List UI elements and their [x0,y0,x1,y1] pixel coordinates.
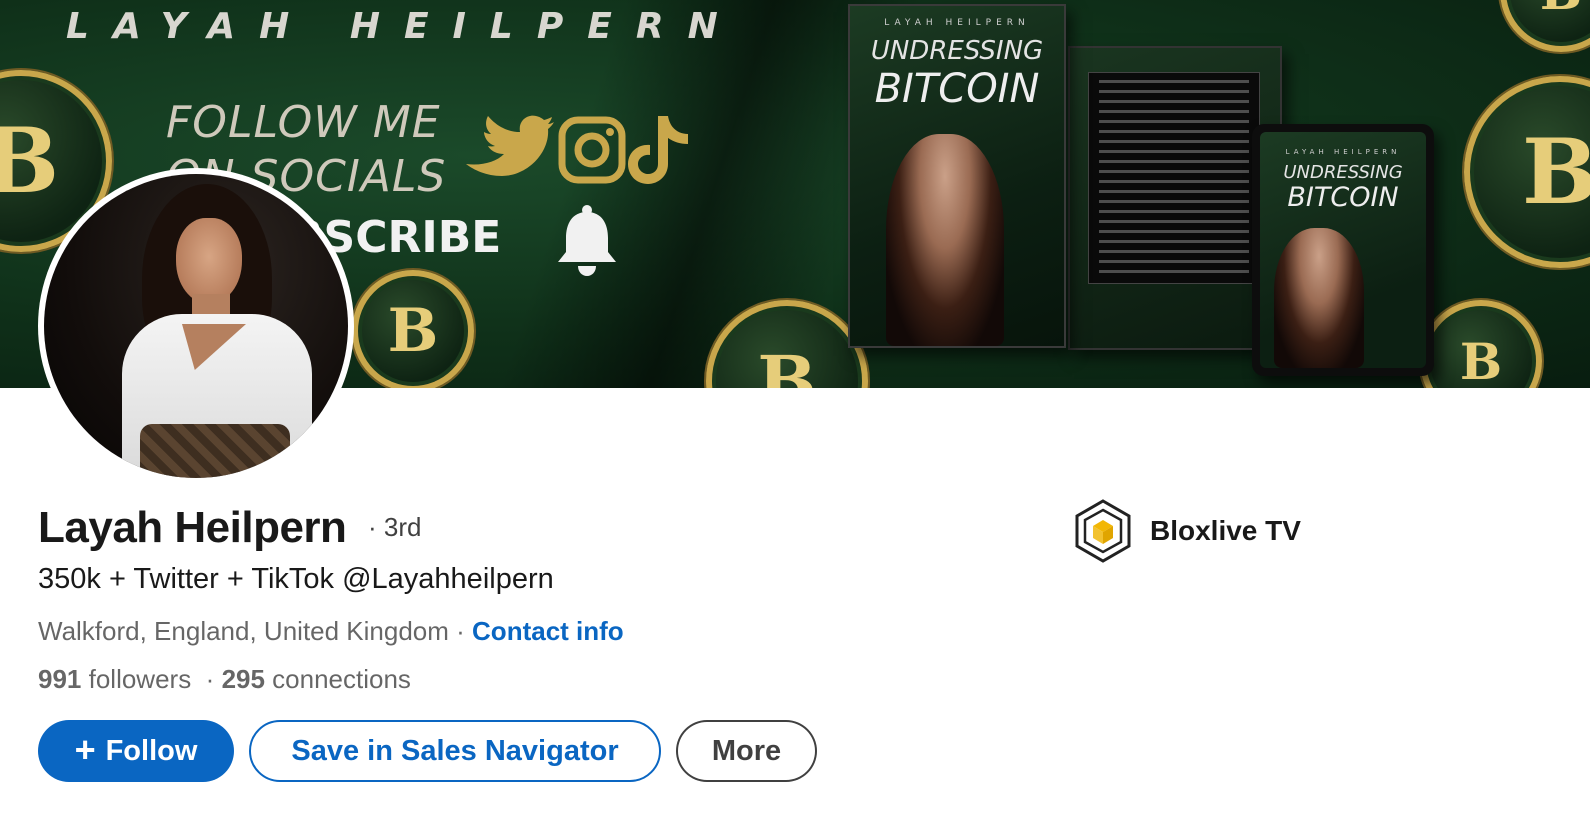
followers-count: 991 [38,664,82,694]
bitcoin-coin-decor: B [1500,0,1590,52]
connections-count: 295 [221,664,265,694]
book-author: LAYAH HEILPERN [884,18,1030,28]
bitcoin-coin-letter: B [1521,119,1590,225]
tablet-mockup: LAYAH HEILPERN UNDRESSING BITCOIN [1252,124,1434,376]
bitcoin-coin-letter: B [387,296,439,366]
network-stats: 991 followers · 295 connections [38,662,411,696]
book-cover-portrait [886,134,1004,346]
book-back-cover [1068,46,1282,350]
bitcoin-coin-decor: B [706,300,868,388]
profile-headline: 350k + Twitter + TikTok @Layahheilpern [38,563,554,595]
profile-photo [44,174,348,478]
tablet-cover-portrait [1274,228,1364,368]
tablet-screen: LAYAH HEILPERN UNDRESSING BITCOIN [1260,132,1426,368]
banner-social-icons [466,115,688,184]
twitter-icon [466,115,554,176]
more-button-label: More [711,734,782,767]
bitcoin-coin-letter: B [757,339,817,389]
bitcoin-coin-decor: B [352,270,474,388]
bitcoin-coin-letter: B [1506,0,1590,46]
profile-avatar[interactable] [38,168,354,484]
cube-logo-icon [1075,499,1131,563]
bitcoin-coin-letter: B [1459,331,1503,389]
follow-button[interactable]: + Follow [38,720,234,782]
stats-separator: · [191,664,222,694]
banner-brand-text: LAYAH HEILPERN [66,6,742,47]
book-front-cover: LAYAH HEILPERN UNDRESSING BITCOIN [848,4,1066,348]
location-row: Walkford, England, United Kingdom · Cont… [38,614,624,648]
bitcoin-coin-decor: B [1464,76,1590,268]
more-actions-button[interactable]: More [676,720,817,782]
plus-icon: + [74,729,96,770]
tablet-book-title-line-1: UNDRESSING [1283,162,1403,183]
tiktok-icon [628,116,688,184]
profile-location: Walkford, England, United Kingdom [38,616,449,646]
banner-follow-line-1: FOLLOW ME [166,97,441,148]
follow-button-label: Follow [105,734,198,767]
save-in-sales-navigator-label: Save in Sales Navigator [291,734,619,767]
company-name: Bloxlive TV [1150,515,1301,546]
current-company-link[interactable]: Bloxlive TV [1072,498,1301,564]
bell-icon [558,205,616,276]
connection-degree: · 3rd [368,512,422,542]
book-back-text-panel [1088,72,1260,284]
instagram-icon [558,116,626,184]
tablet-book-title-line-2: BITCOIN [1287,182,1399,213]
bitcoin-coin-decor: B [1420,300,1542,388]
book-title-line-2: BITCOIN [874,66,1040,112]
followers-label: followers [81,664,192,694]
contact-info-link[interactable]: Contact info [472,616,624,646]
location-separator: · [448,616,473,646]
connections-label: connections [264,664,411,694]
profile-name: Layah Heilpern [38,503,347,552]
save-in-sales-navigator-button[interactable]: Save in Sales Navigator [249,720,661,782]
tablet-book-author: LAYAH HEILPERN [1285,148,1401,156]
book-title-line-1: UNDRESSING [870,36,1044,66]
